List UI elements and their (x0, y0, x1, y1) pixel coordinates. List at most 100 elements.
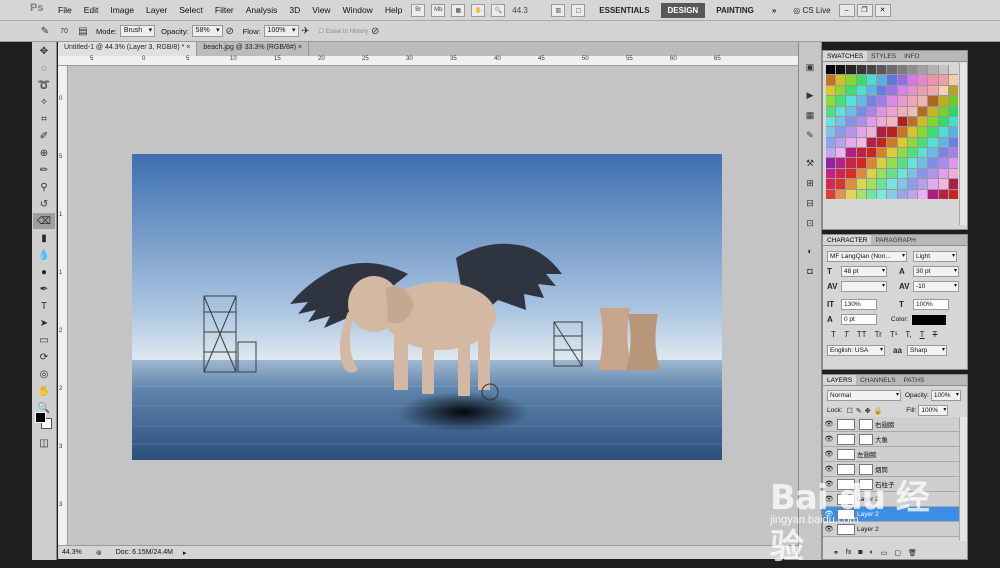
swatch-cell[interactable] (887, 65, 897, 75)
swatch-cell[interactable] (948, 148, 958, 158)
cs-live-button[interactable]: ◎ CS Live (793, 6, 830, 15)
swatch-cell[interactable] (948, 96, 958, 106)
swatch-cell[interactable] (826, 179, 836, 189)
visibility-eye-icon[interactable]: 👁 (823, 420, 835, 428)
swatch-cell[interactable] (907, 127, 918, 137)
adjustments-icon[interactable]: ⊞ (802, 176, 818, 190)
swatch-cell[interactable] (928, 85, 938, 96)
swatch-cell[interactable] (846, 65, 856, 75)
swatch-cell[interactable] (836, 75, 846, 85)
swatch-cell[interactable] (836, 85, 846, 96)
new-layer-icon[interactable]: ▢ (894, 549, 901, 557)
swatch-cell[interactable] (846, 106, 856, 116)
new-group-icon[interactable]: ▭ (881, 549, 888, 557)
swatch-cell[interactable] (938, 65, 948, 75)
tab-beach-jpg[interactable]: beach.jpg @ 33.3% (RGB/8#) × (197, 42, 310, 56)
workspace-design[interactable]: DESIGN (660, 2, 706, 18)
swatch-cell[interactable] (887, 158, 897, 168)
swatch-cell[interactable] (866, 85, 877, 96)
swatch-cell[interactable] (918, 75, 928, 85)
swatch-cell[interactable] (877, 137, 887, 148)
foreground-color-swatch[interactable] (35, 412, 46, 423)
faux-italic-button[interactable]: T (844, 330, 849, 339)
menu-layer[interactable]: Layer (140, 5, 173, 15)
swatch-cell[interactable] (897, 158, 907, 168)
history-brush-tool-icon[interactable]: ↺ (33, 196, 55, 212)
swatch-cell[interactable] (856, 168, 866, 179)
font-family-dropdown[interactable]: MF LangQian (Non... (827, 251, 907, 262)
swatch-cell[interactable] (877, 106, 887, 116)
swatch-cell[interactable] (846, 158, 856, 168)
swatch-cell[interactable] (907, 96, 918, 106)
layer-row-selected[interactable]: 👁 Layer 2 (823, 507, 959, 522)
swatch-cell[interactable] (887, 189, 897, 199)
close-icon[interactable]: × (298, 44, 302, 51)
swatch-cell[interactable] (846, 179, 856, 189)
bridge-button[interactable]: Br (411, 3, 426, 17)
tab-paragraph[interactable]: PARAGRAPH (871, 235, 919, 245)
swatch-cell[interactable] (887, 179, 897, 189)
eraser-tool-icon[interactable]: ⌫ (33, 213, 55, 229)
menu-window[interactable]: Window (337, 5, 379, 15)
status-arrow-icon[interactable]: ▸ (183, 549, 187, 557)
tab-character[interactable]: CHARACTER (823, 235, 872, 245)
swatch-cell[interactable] (928, 137, 938, 148)
quick-mask-icon[interactable]: ◫ (33, 435, 55, 451)
swatch-cell[interactable] (846, 116, 856, 127)
swatch-cell[interactable] (887, 85, 897, 96)
swatch-cell[interactable] (836, 127, 846, 137)
restore-button[interactable]: ❐ (856, 3, 873, 17)
swatch-cell[interactable] (826, 137, 836, 148)
swatch-cell[interactable] (948, 75, 958, 85)
tab-paths[interactable]: PATHS (900, 375, 929, 385)
swatch-cell[interactable] (907, 137, 918, 148)
swatch-cell[interactable] (928, 106, 938, 116)
swatch-cell[interactable] (887, 137, 897, 148)
zoom-level-field[interactable]: 44.3 (512, 6, 544, 15)
visibility-eye-icon[interactable]: 👁 (823, 435, 835, 443)
swatch-cell[interactable] (887, 75, 897, 85)
3d-panel-icon[interactable]: ◘ (802, 264, 818, 278)
swatch-cell[interactable] (866, 148, 877, 158)
lasso-tool-icon[interactable]: ➰ (33, 77, 55, 93)
swatch-cell[interactable] (948, 116, 958, 127)
tab-styles[interactable]: STYLES (867, 51, 900, 61)
swatch-cell[interactable] (856, 137, 866, 148)
tab-untitled-1[interactable]: Untitled-1 @ 44.3% (Layer 3, RGB/8) * × (58, 42, 198, 56)
visibility-eye-icon[interactable]: 👁 (823, 480, 835, 488)
stamp-tool-icon[interactable]: ⚲ (33, 179, 55, 195)
swatch-cell[interactable] (928, 158, 938, 168)
swatch-cell[interactable] (948, 189, 958, 199)
swatch-cell[interactable] (918, 148, 928, 158)
gradient-tool-icon[interactable]: ▮ (33, 230, 55, 246)
swatch-cell[interactable] (907, 106, 918, 116)
swatch-cell[interactable] (836, 189, 846, 199)
canvas-area[interactable] (68, 66, 798, 545)
swatch-cell[interactable] (836, 179, 846, 189)
notes-panel-icon[interactable]: ✎ (802, 128, 818, 142)
baseline-shift-field[interactable]: 0 pt (841, 314, 877, 325)
layer-row[interactable]: 👁 石柱子 (823, 477, 959, 492)
swatch-cell[interactable] (856, 158, 866, 168)
ruler-horizontal[interactable]: 5 0 5 10 15 20 25 30 35 40 45 50 55 60 6… (58, 56, 798, 66)
swatch-cell[interactable] (928, 148, 938, 158)
swatch-cell[interactable] (887, 116, 897, 127)
swatch-cell[interactable] (856, 127, 866, 137)
swatch-cell[interactable] (877, 179, 887, 189)
all-caps-button[interactable]: TT (857, 330, 867, 339)
swatch-cell[interactable] (836, 137, 846, 148)
swatch-cell[interactable] (846, 96, 856, 106)
swatch-cell[interactable] (897, 148, 907, 158)
swatch-cell[interactable] (846, 85, 856, 96)
swatches-scrollbar[interactable] (959, 63, 967, 225)
opacity-field[interactable]: 58% (191, 25, 223, 37)
swatch-cell[interactable] (907, 158, 918, 168)
menu-filter[interactable]: Filter (209, 5, 240, 15)
faux-bold-button[interactable]: T (831, 330, 836, 339)
layer-row[interactable]: 👁 左翅膀 (823, 447, 959, 462)
swatch-cell[interactable] (897, 85, 907, 96)
swatch-cell[interactable] (836, 96, 846, 106)
swatch-cell[interactable] (826, 148, 836, 158)
shape-tool-icon[interactable]: ▭ (33, 332, 55, 348)
tracking-field[interactable]: -10 (913, 281, 959, 292)
